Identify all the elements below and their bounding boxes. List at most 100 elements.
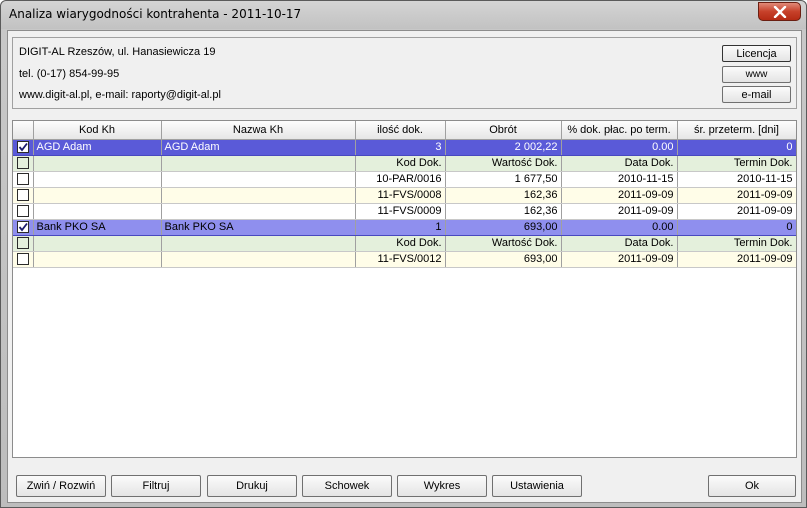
cell-termin: 2011-09-09 <box>677 203 796 220</box>
empty-cell <box>33 155 162 172</box>
empty-cell <box>33 187 162 204</box>
table-sub-header-row: Kod Dok. Wartość Dok. Data Dok. Termin D… <box>13 155 796 172</box>
empty-cell <box>33 251 162 268</box>
window-title: Analiza wiarygodności kontrahenta - 2011… <box>9 7 302 21</box>
empty-cell <box>161 203 356 220</box>
dialog-window: Analiza wiarygodności kontrahenta - 2011… <box>0 0 807 508</box>
checkbox-checked[interactable] <box>16 141 29 154</box>
empty-cell <box>33 235 162 252</box>
empty-cell <box>33 203 162 220</box>
company-address: DIGIT-AL Rzeszów, ul. Hanasiewicza 19 <box>19 46 216 58</box>
cell-termin: 2011-09-09 <box>677 251 796 268</box>
row-checkbox-cell[interactable] <box>13 235 34 252</box>
sub-header-termin: Termin Dok. <box>677 235 796 252</box>
table-row[interactable]: 11-FVS/0012 693,00 2011-09-09 2011-09-09 <box>13 251 796 268</box>
sub-header-termin: Termin Dok. <box>677 155 796 172</box>
sub-header-wartosc: Wartość Dok. <box>445 235 562 252</box>
contractor-table: Kod Kh Nazwa Kh ilość dok. Obrót % dok. … <box>13 121 796 268</box>
cell-wartosc: 162,36 <box>445 187 562 204</box>
cell-termin: 2010-11-15 <box>677 171 796 188</box>
checkbox-checked[interactable] <box>16 221 29 234</box>
print-button[interactable]: Drukuj <box>207 475 297 497</box>
checkbox[interactable] <box>16 173 29 186</box>
company-web-email: www.digit-al.pl, e-mail: raporty@digit-a… <box>19 89 221 101</box>
clipboard-button[interactable]: Schowek <box>302 475 392 497</box>
cell-kod-kh: Bank PKO SA <box>33 219 162 236</box>
cell-nazwa-kh: AGD Adam <box>161 139 356 156</box>
cell-ilosc: 3 <box>355 139 446 156</box>
table-row[interactable]: 11-FVS/0009 162,36 2011-09-09 2011-09-09 <box>13 203 796 220</box>
cell-data: 2011-09-09 <box>561 203 678 220</box>
header-check <box>13 121 34 140</box>
checkbox[interactable] <box>16 253 29 266</box>
cell-kod-kh: AGD Adam <box>33 139 162 156</box>
settings-button[interactable]: Ustawienia <box>492 475 582 497</box>
cell-kod-dok: 11-FVS/0008 <box>355 187 446 204</box>
close-button[interactable] <box>758 2 801 21</box>
row-checkbox-cell[interactable] <box>13 187 34 204</box>
header-kod-kh[interactable]: Kod Kh <box>33 121 162 140</box>
cell-wartosc: 162,36 <box>445 203 562 220</box>
empty-cell <box>161 171 356 188</box>
checkbox[interactable] <box>16 205 29 218</box>
cell-pct: 0.00 <box>561 219 678 236</box>
table-row[interactable]: 10-PAR/0016 1 677,50 2010-11-15 2010-11-… <box>13 171 796 188</box>
sub-header-kod-dok: Kod Dok. <box>355 235 446 252</box>
empty-cell <box>161 251 356 268</box>
cell-sr: 0 <box>677 139 796 156</box>
check-icon <box>18 142 28 152</box>
header-nazwa-kh[interactable]: Nazwa Kh <box>161 121 356 140</box>
close-icon <box>773 5 786 18</box>
table-row[interactable]: AGD Adam AGD Adam 3 2 002,22 0.00 0 <box>13 139 796 156</box>
company-info-panel: DIGIT-AL Rzeszów, ul. Hanasiewicza 19 te… <box>12 37 797 109</box>
ok-button[interactable]: Ok <box>708 475 796 497</box>
check-icon <box>18 222 28 232</box>
empty-cell <box>33 171 162 188</box>
row-checkbox-cell[interactable] <box>13 251 34 268</box>
www-button[interactable]: www <box>722 66 791 83</box>
checkbox[interactable] <box>16 189 29 202</box>
table-header-row: Kod Kh Nazwa Kh ilość dok. Obrót % dok. … <box>13 121 796 140</box>
sub-header-data: Data Dok. <box>561 155 678 172</box>
license-button[interactable]: Licencja <box>722 45 791 62</box>
cell-nazwa-kh: Bank PKO SA <box>161 219 356 236</box>
row-checkbox-cell[interactable] <box>13 155 34 172</box>
title-bar[interactable]: Analiza wiarygodności kontrahenta - 2011… <box>1 1 806 29</box>
row-checkbox-cell[interactable] <box>13 171 34 188</box>
cell-ilosc: 1 <box>355 219 446 236</box>
contractor-grid[interactable]: Kod Kh Nazwa Kh ilość dok. Obrót % dok. … <box>12 120 797 458</box>
chart-button[interactable]: Wykres <box>397 475 487 497</box>
cell-termin: 2011-09-09 <box>677 187 796 204</box>
row-checkbox-cell[interactable] <box>13 219 34 236</box>
sub-header-wartosc: Wartość Dok. <box>445 155 562 172</box>
checkbox[interactable] <box>16 237 29 250</box>
cell-pct: 0.00 <box>561 139 678 156</box>
row-checkbox-cell[interactable] <box>13 203 34 220</box>
empty-cell <box>161 235 356 252</box>
cell-wartosc: 1 677,50 <box>445 171 562 188</box>
email-button[interactable]: e-mail <box>722 86 791 103</box>
cell-data: 2010-11-15 <box>561 171 678 188</box>
company-phone: tel. (0-17) 854-99-95 <box>19 68 120 80</box>
cell-obrot: 693,00 <box>445 219 562 236</box>
sub-header-data: Data Dok. <box>561 235 678 252</box>
empty-cell <box>161 187 356 204</box>
checkbox[interactable] <box>16 157 29 170</box>
cell-sr: 0 <box>677 219 796 236</box>
table-row[interactable]: Bank PKO SA Bank PKO SA 1 693,00 0.00 0 <box>13 219 796 236</box>
toggle-expand-button[interactable]: Zwiń / Rozwiń <box>16 475 106 497</box>
cell-kod-dok: 11-FVS/0009 <box>355 203 446 220</box>
header-avg-overdue[interactable]: śr. przeterm. [dni] <box>677 121 796 140</box>
row-checkbox-cell[interactable] <box>13 139 34 156</box>
cell-data: 2011-09-09 <box>561 187 678 204</box>
filter-button[interactable]: Filtruj <box>111 475 201 497</box>
cell-data: 2011-09-09 <box>561 251 678 268</box>
header-obrot[interactable]: Obrót <box>445 121 562 140</box>
header-ilosc-dok[interactable]: ilość dok. <box>355 121 446 140</box>
table-sub-header-row: Kod Dok. Wartość Dok. Data Dok. Termin D… <box>13 235 796 252</box>
empty-cell <box>161 155 356 172</box>
table-row[interactable]: 11-FVS/0008 162,36 2011-09-09 2011-09-09 <box>13 187 796 204</box>
header-pct-late[interactable]: % dok. płac. po term. <box>561 121 678 140</box>
cell-wartosc: 693,00 <box>445 251 562 268</box>
cell-kod-dok: 10-PAR/0016 <box>355 171 446 188</box>
